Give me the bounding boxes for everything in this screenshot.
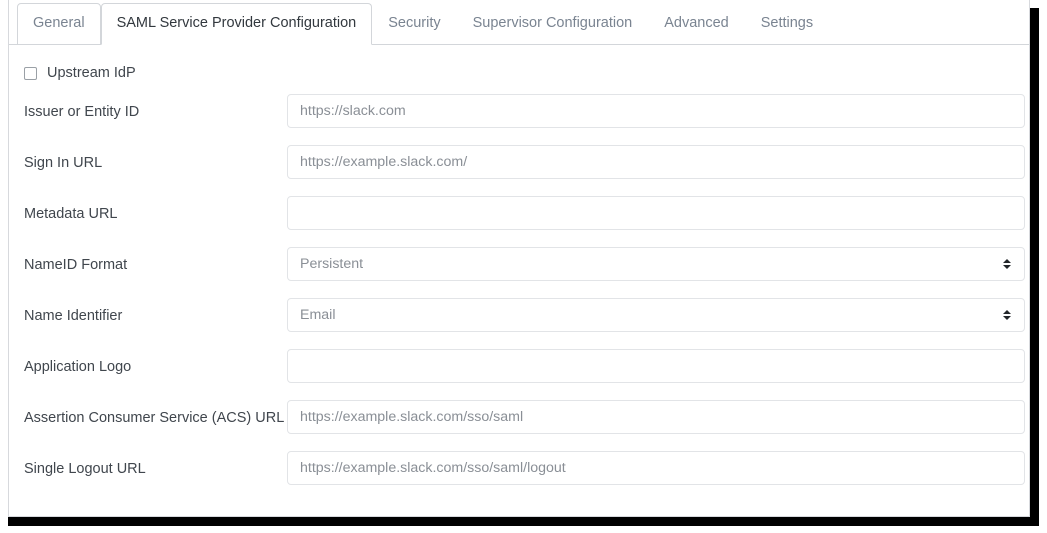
tab-label: General <box>33 15 85 32</box>
form-body: Upstream IdP Issuer or Entity ID Sign In … <box>9 59 1029 485</box>
upstream-idp-row[interactable]: Upstream IdP <box>9 59 1029 87</box>
tab-bar: General SAML Service Provider Configurati… <box>9 0 1029 45</box>
select-nameid-format[interactable] <box>287 247 1025 281</box>
tab-supervisor-configuration[interactable]: Supervisor Configuration <box>457 3 649 45</box>
control-wrap-sign-in-url <box>287 145 1025 179</box>
capture-shadow-right <box>1030 8 1039 525</box>
label-application-logo: Application Logo <box>24 359 132 375</box>
saml-config-panel: General SAML Service Provider Configurati… <box>8 0 1030 517</box>
tab-security[interactable]: Security <box>372 3 456 45</box>
field-row-sign-in-url: Sign In URL <box>24 145 1029 179</box>
tab-advanced[interactable]: Advanced <box>648 3 745 45</box>
select-wrap-name-identifier <box>287 298 1025 332</box>
field-row-single-logout-url: Single Logout URL <box>24 451 1029 485</box>
label-single-logout-url: Single Logout URL <box>24 461 146 477</box>
label-metadata-url: Metadata URL <box>24 206 118 222</box>
saml-form: Issuer or Entity ID Sign In URL Metadata U… <box>9 87 1029 485</box>
field-row-assertion-consumer-service-acs-url: Assertion Consumer Service (ACS) URL <box>24 400 1029 434</box>
control-wrap-issuer-or-entity-id <box>287 94 1025 128</box>
label-issuer-or-entity-id: Issuer or Entity ID <box>24 104 140 120</box>
field-row-issuer-or-entity-id: Issuer or Entity ID <box>24 94 1029 128</box>
control-wrap-assertion-consumer-service-acs-url <box>287 400 1025 434</box>
screenshot-root: General SAML Service Provider Configurati… <box>0 0 1047 533</box>
select-wrap-nameid-format <box>287 247 1025 281</box>
control-wrap-application-logo <box>287 349 1025 383</box>
tab-label: Settings <box>760 15 814 32</box>
input-issuer-or-entity-id[interactable] <box>287 94 1025 128</box>
field-row-metadata-url: Metadata URL <box>24 196 1029 230</box>
upstream-idp-checkbox[interactable] <box>24 66 37 80</box>
tab-label: SAML Service Provider Configuration <box>116 15 357 32</box>
input-application-logo[interactable] <box>287 349 1025 383</box>
input-metadata-url[interactable] <box>287 196 1025 230</box>
field-row-name-identifier: Name Identifier <box>24 298 1029 332</box>
tab-label: Supervisor Configuration <box>472 15 633 32</box>
label-assertion-consumer-service-acs-url: Assertion Consumer Service (ACS) URL <box>24 410 285 426</box>
label-name-identifier: Name Identifier <box>24 308 123 324</box>
label-nameid-format: NameID Format <box>24 257 128 273</box>
input-sign-in-url[interactable] <box>287 145 1025 179</box>
input-assertion-consumer-service-acs-url[interactable] <box>287 400 1025 434</box>
label-sign-in-url: Sign In URL <box>24 155 103 171</box>
capture-shadow-bottom <box>8 517 1039 526</box>
field-row-application-logo: Application Logo <box>24 349 1029 383</box>
input-single-logout-url[interactable] <box>287 451 1025 485</box>
control-wrap-metadata-url <box>287 196 1025 230</box>
control-wrap-single-logout-url <box>287 451 1025 485</box>
upstream-idp-label: Upstream IdP <box>47 65 136 81</box>
control-wrap-name-identifier <box>287 298 1025 332</box>
field-row-nameid-format: NameID Format <box>24 247 1029 281</box>
tab-settings[interactable]: Settings <box>745 3 829 45</box>
tab-general[interactable]: General <box>17 3 101 45</box>
tab-label: Advanced <box>664 15 729 32</box>
select-name-identifier[interactable] <box>287 298 1025 332</box>
tab-label: Security <box>388 15 441 32</box>
control-wrap-nameid-format <box>287 247 1025 281</box>
tab-saml-service-provider-configuration[interactable]: SAML Service Provider Configuration <box>100 3 373 45</box>
